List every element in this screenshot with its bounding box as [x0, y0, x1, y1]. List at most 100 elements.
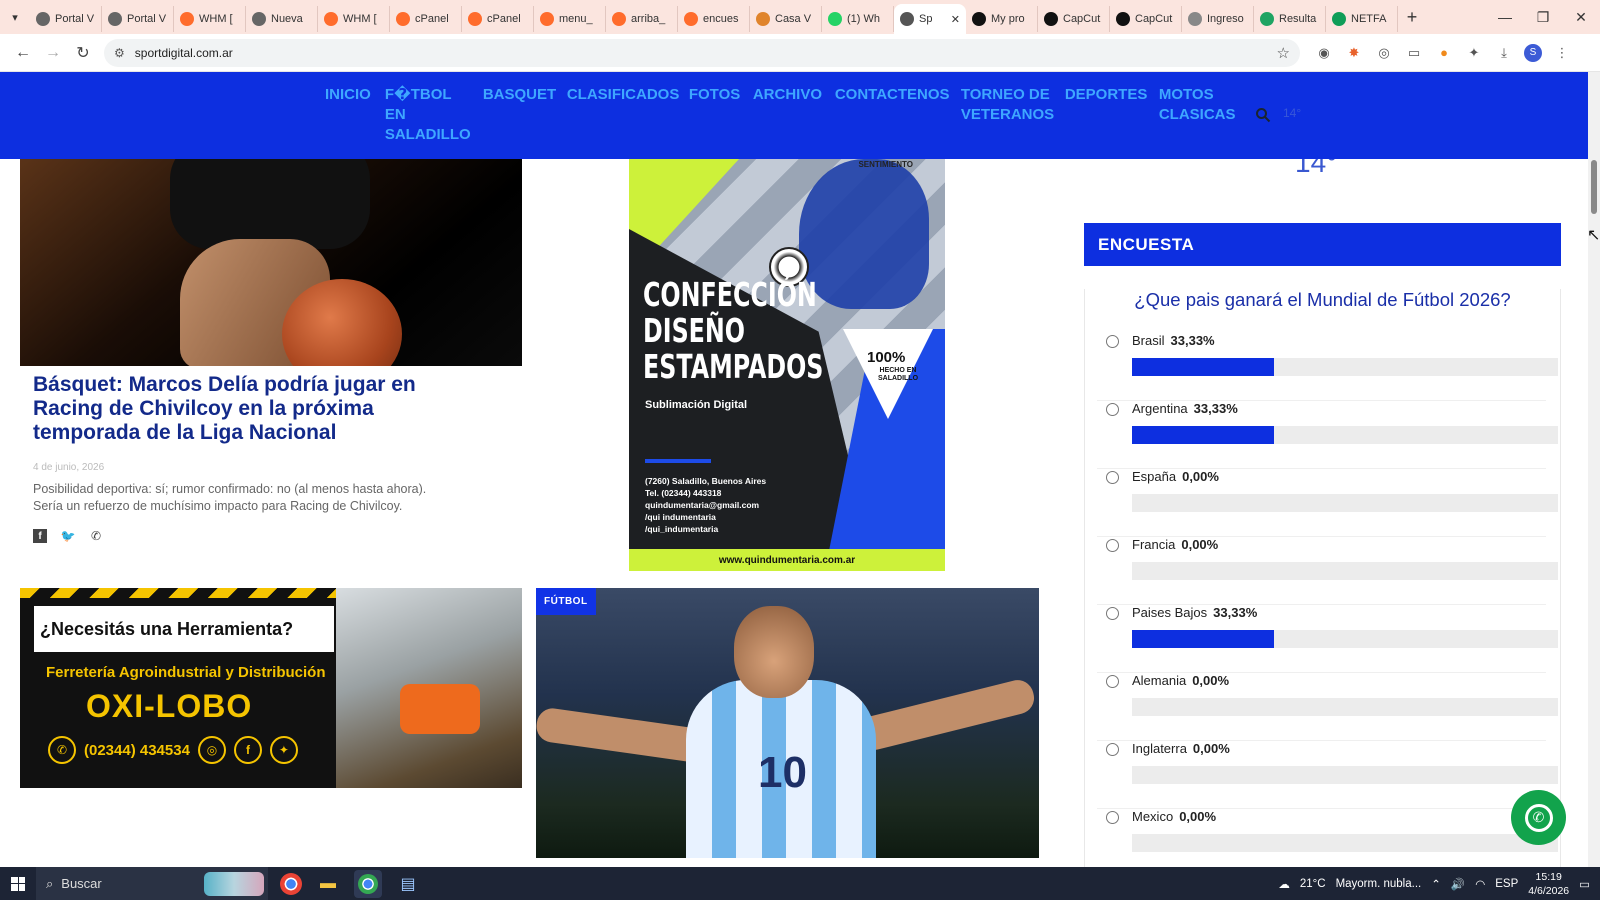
- minimize-button[interactable]: —: [1486, 0, 1524, 34]
- poll-option[interactable]: Inglaterra 0,00%: [1097, 741, 1558, 809]
- volume-icon[interactable]: 🔊: [1451, 877, 1465, 891]
- nav-item[interactable]: MOTOS CLASICAS: [1159, 85, 1236, 145]
- facebook-icon[interactable]: f: [33, 529, 47, 543]
- reload-button[interactable]: ↻: [68, 38, 98, 68]
- language-indicator[interactable]: ESP: [1495, 878, 1518, 890]
- browser-tab[interactable]: Casa V: [750, 6, 822, 32]
- reader-icon[interactable]: ▭: [1404, 43, 1424, 63]
- browser-tab[interactable]: (1) Wh: [822, 6, 894, 32]
- oxilobo-ad[interactable]: ¿Necesitás una Herramienta? Ferretería A…: [20, 588, 522, 788]
- new-tab-button[interactable]: +: [1398, 7, 1426, 28]
- close-window-button[interactable]: ✕: [1562, 0, 1600, 34]
- sparkle-icon[interactable]: ✸: [1344, 43, 1364, 63]
- poll-option-name: España: [1132, 469, 1177, 484]
- browser-menu-icon[interactable]: ⋮: [1552, 43, 1572, 63]
- poll-option[interactable]: Mexico 0,00%: [1097, 809, 1558, 867]
- nav-item[interactable]: FOTOS: [689, 85, 740, 145]
- poll-option[interactable]: Paises Bajos 33,33%: [1097, 605, 1558, 673]
- site-navbar: INICIO F�TBOL EN SALADILLO BASQUET CLASIFIC…: [0, 72, 1588, 159]
- poll-radio[interactable]: [1106, 743, 1119, 756]
- basketball-article-image[interactable]: [20, 159, 522, 366]
- chevron-up-icon[interactable]: ⌃: [1431, 877, 1441, 891]
- poll-radio[interactable]: [1106, 675, 1119, 688]
- browser-tab[interactable]: encues: [678, 6, 750, 32]
- browser-tab[interactable]: WHM [: [174, 6, 246, 32]
- nav-item[interactable]: F�TBOL EN SALADILLO: [385, 85, 471, 145]
- nav-item[interactable]: BASQUET: [483, 85, 556, 145]
- poll-radio[interactable]: [1106, 335, 1119, 348]
- poll-radio[interactable]: [1106, 607, 1119, 620]
- nav-item[interactable]: CONTACTENOS: [835, 85, 950, 145]
- poll-option[interactable]: Brasil 33,33%: [1097, 333, 1558, 401]
- bookmark-star-icon[interactable]: ☆: [1277, 44, 1290, 62]
- close-tab-icon[interactable]: ✕: [951, 13, 960, 26]
- back-button[interactable]: ←: [8, 38, 38, 68]
- whatsapp-float-button[interactable]: ✆: [1511, 790, 1566, 845]
- scrollbar-thumb[interactable]: [1591, 160, 1597, 214]
- globe-icon: [252, 12, 266, 26]
- browser-tab[interactable]: My pro: [966, 6, 1038, 32]
- cpanel-icon: [396, 12, 410, 26]
- poll-option[interactable]: Argentina 33,33%: [1097, 401, 1558, 469]
- browser-tab[interactable]: cPanel: [390, 6, 462, 32]
- camera-icon[interactable]: ◉: [1314, 43, 1334, 63]
- weather-text[interactable]: Mayorm. nubla...: [1336, 878, 1422, 890]
- forward-button[interactable]: →: [38, 38, 68, 68]
- whatsapp-share-icon[interactable]: ✆: [89, 529, 103, 543]
- football-article-image[interactable]: 10 FÚTBOL: [536, 588, 1039, 858]
- browser-tab[interactable]: Nueva: [246, 6, 318, 32]
- puzzle-icon[interactable]: ✦: [1464, 43, 1484, 63]
- browser-tab[interactable]: arriba_: [606, 6, 678, 32]
- browser-tab[interactable]: CapCut: [1038, 6, 1110, 32]
- browser-tab[interactable]: NETFA: [1326, 6, 1398, 32]
- poll-radio[interactable]: [1106, 403, 1119, 416]
- file-explorer-icon[interactable]: ▬: [314, 870, 342, 898]
- browser-tab[interactable]: Portal V: [102, 6, 174, 32]
- page-scrollbar[interactable]: [1588, 72, 1600, 867]
- maximize-button[interactable]: ❐: [1524, 0, 1562, 34]
- browser-tab[interactable]: Ingreso: [1182, 6, 1254, 32]
- poll-radio[interactable]: [1106, 471, 1119, 484]
- taskbar-search[interactable]: ⌕ Buscar: [36, 867, 268, 900]
- poll-bar-track: [1132, 426, 1558, 444]
- nav-item[interactable]: INICIO: [325, 85, 371, 145]
- category-badge[interactable]: FÚTBOL: [536, 588, 596, 615]
- profile-avatar[interactable]: S: [1524, 43, 1542, 62]
- nav-item[interactable]: ARCHIVO: [753, 85, 822, 145]
- notifications-icon[interactable]: ▭: [1579, 877, 1590, 891]
- wifi-icon[interactable]: ◠: [1475, 877, 1485, 891]
- browser-tab[interactable]: Sp ✕: [894, 4, 966, 34]
- poll-option[interactable]: Francia 0,00%: [1097, 537, 1558, 605]
- browser-tab[interactable]: Portal V: [30, 6, 102, 32]
- poll-question: ¿Que pais ganará el Mundial de Fútbol 20…: [1134, 289, 1511, 310]
- poll-option[interactable]: Alemania 0,00%: [1097, 673, 1558, 741]
- tab-search-button[interactable]: ▾: [0, 0, 30, 34]
- browser-tab[interactable]: CapCut: [1110, 6, 1182, 32]
- poll-radio[interactable]: [1106, 539, 1119, 552]
- speed-icon[interactable]: ◎: [1374, 43, 1394, 63]
- start-button[interactable]: [0, 867, 36, 900]
- browser-tab[interactable]: menu_: [534, 6, 606, 32]
- clock[interactable]: 15:19 4/6/2026: [1528, 870, 1569, 898]
- chrome-icon[interactable]: [280, 872, 302, 895]
- poll-option[interactable]: España 0,00%: [1097, 469, 1558, 537]
- quindumentaria-ad[interactable]: SENTIMIENTO CONFECCIÓN DISEÑO ESTAMPADOS…: [629, 159, 945, 571]
- poll-radio[interactable]: [1106, 811, 1119, 824]
- chrome-active-icon[interactable]: [354, 869, 382, 898]
- search-icon[interactable]: [1255, 107, 1271, 123]
- nav-item[interactable]: TORNEO DE VETERANOS: [961, 85, 1054, 145]
- nav-item[interactable]: CLASIFICADOS: [567, 85, 680, 145]
- app-window-icon[interactable]: ▤: [394, 870, 422, 898]
- url-input[interactable]: ⚙ sportdigital.com.ar ☆: [104, 38, 1300, 67]
- tab-label: WHM [: [343, 13, 377, 25]
- browser-tab[interactable]: WHM [: [318, 6, 390, 32]
- browser-tab[interactable]: cPanel: [462, 6, 534, 32]
- article-title-link[interactable]: Básquet: Marcos Delía podría jugar en Ra…: [33, 373, 463, 445]
- browser-tab[interactable]: Resulta: [1254, 6, 1326, 32]
- extension-orange-icon[interactable]: ●: [1434, 43, 1454, 63]
- download-icon[interactable]: ⤓: [1494, 43, 1514, 63]
- site-info-icon[interactable]: ⚙: [114, 46, 125, 60]
- twitter-icon[interactable]: 🐦: [61, 529, 76, 543]
- jersey-number: 10: [758, 748, 807, 797]
- nav-item[interactable]: DEPORTES: [1065, 85, 1148, 145]
